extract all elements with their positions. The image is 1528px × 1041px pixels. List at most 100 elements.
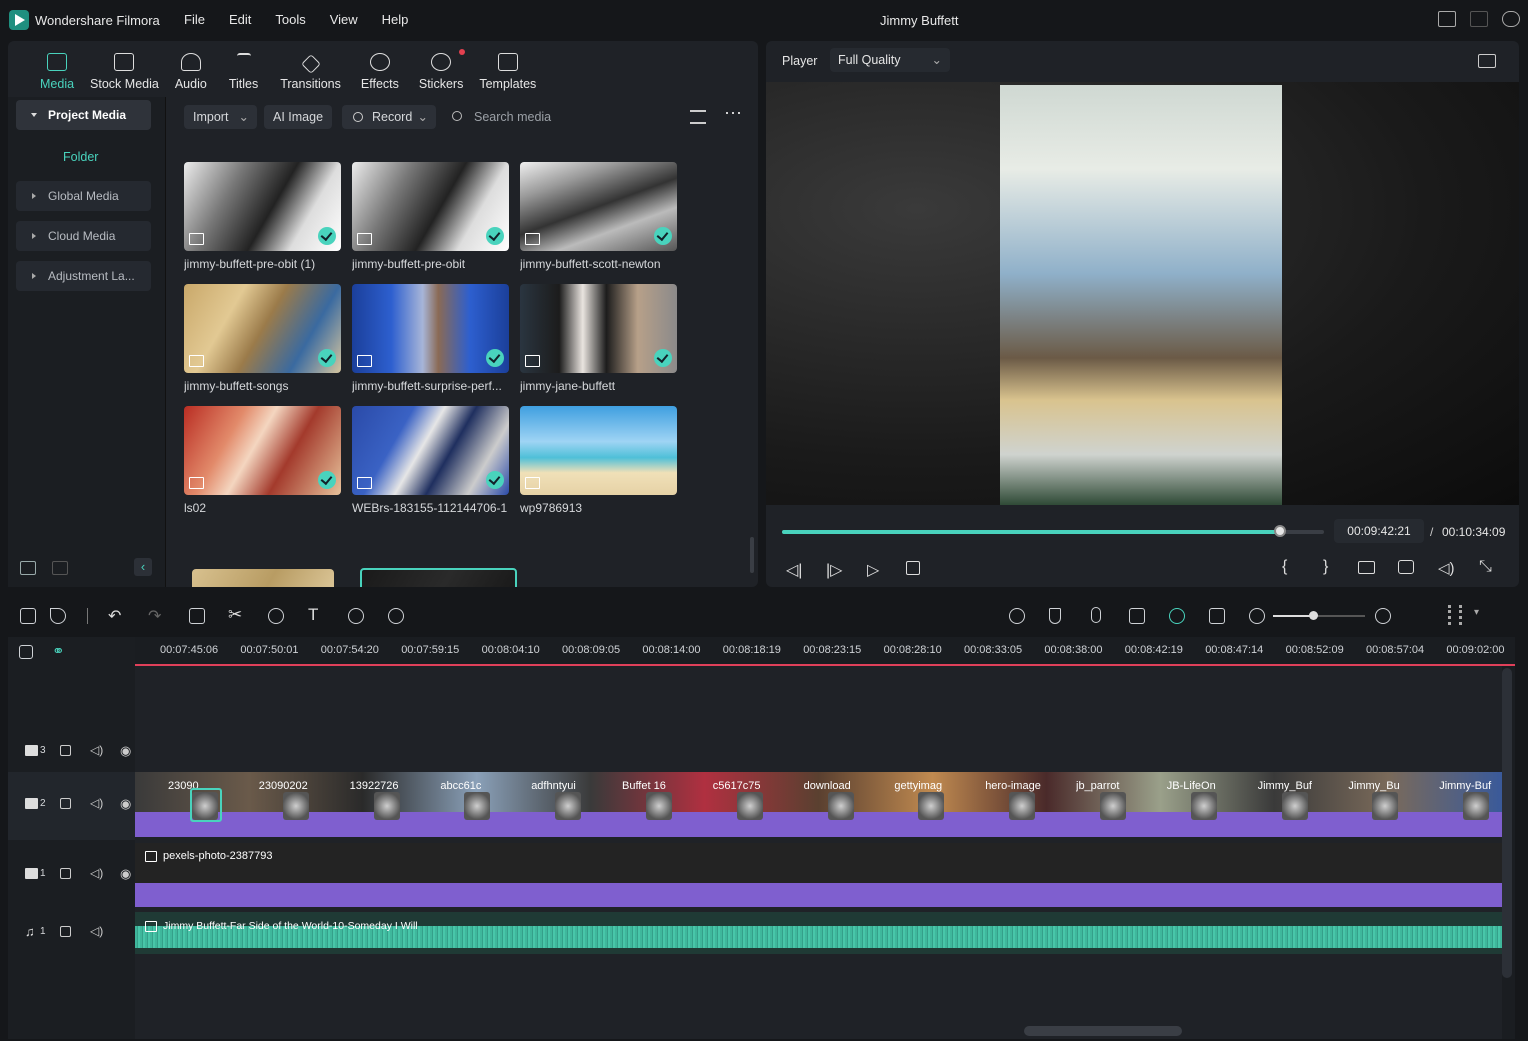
tab-transitions[interactable]: Transitions xyxy=(272,41,349,91)
tab-titles[interactable]: Titles xyxy=(215,41,272,91)
search-input[interactable]: Search media xyxy=(474,110,551,124)
render-icon[interactable] xyxy=(1009,608,1025,624)
lock-icon[interactable] xyxy=(60,745,71,756)
fullscreen-icon[interactable]: ⤡ xyxy=(1479,558,1492,576)
media-item[interactable]: jimmy-buffett-surprise-perf... xyxy=(352,284,509,393)
split-scissors-icon[interactable]: ✂ xyxy=(228,605,242,625)
current-time[interactable]: 00:09:42:21 xyxy=(1334,519,1424,543)
collapse-sidebar-icon[interactable]: ‹ xyxy=(134,558,152,576)
media-item[interactable]: jimmy-buffett-pre-obit (1) xyxy=(184,162,341,271)
selected-transition[interactable] xyxy=(190,788,222,822)
add-track-icon[interactable] xyxy=(19,645,33,659)
layout-icon[interactable] xyxy=(1438,11,1456,27)
stop-icon[interactable] xyxy=(906,561,920,575)
transition-marker[interactable] xyxy=(1281,792,1308,820)
next-frame-icon[interactable]: |▷ xyxy=(826,560,842,580)
transition-marker[interactable] xyxy=(736,792,763,820)
camera-icon[interactable] xyxy=(1398,560,1414,574)
audio-edit-icon[interactable] xyxy=(268,608,284,624)
microphone-icon[interactable] xyxy=(1091,607,1101,623)
marker-icon[interactable] xyxy=(1049,608,1061,624)
media-item[interactable] xyxy=(360,568,517,587)
zoom-out-icon[interactable] xyxy=(1249,608,1265,624)
tab-audio[interactable]: Audio xyxy=(167,41,215,91)
tab-effects[interactable]: Effects xyxy=(349,41,411,91)
progress-knob[interactable] xyxy=(1273,525,1286,537)
select-arrow-icon[interactable] xyxy=(50,608,66,624)
menu-tools[interactable]: Tools xyxy=(275,12,305,27)
media-item[interactable]: jimmy-buffett-songs xyxy=(184,284,341,393)
speed-timer-icon[interactable] xyxy=(348,608,364,624)
snapshot-view-icon[interactable] xyxy=(1478,54,1496,68)
mute-icon[interactable]: ◁) xyxy=(90,796,103,810)
transition-marker[interactable] xyxy=(646,792,672,820)
mute-icon[interactable]: ◁) xyxy=(90,743,103,757)
import-dropdown[interactable]: Import ⌄ xyxy=(184,105,257,129)
more-options-icon[interactable] xyxy=(1448,605,1462,625)
new-folder-icon[interactable] xyxy=(20,561,36,575)
pip-icon[interactable] xyxy=(1209,608,1225,624)
lock-icon[interactable] xyxy=(60,868,71,879)
transition-marker[interactable] xyxy=(1009,792,1036,820)
transition-marker[interactable] xyxy=(1463,792,1490,820)
duration-icon[interactable] xyxy=(388,608,404,624)
link-icon[interactable]: ⚭ xyxy=(52,642,65,660)
mark-out-icon[interactable]: } xyxy=(1323,558,1328,576)
horizontal-scrollbar[interactable] xyxy=(1024,1026,1182,1036)
filter-icon[interactable] xyxy=(690,110,706,124)
record-dropdown[interactable]: Record ⌄ xyxy=(342,105,436,129)
chevron-down-icon[interactable]: ▾ xyxy=(1474,607,1479,618)
lock-icon[interactable] xyxy=(60,798,71,809)
sidebar-item-cloud-media[interactable]: Cloud Media xyxy=(16,221,151,251)
display-icon[interactable] xyxy=(1358,561,1375,574)
media-item[interactable]: jimmy-buffett-pre-obit xyxy=(352,162,509,271)
visibility-eye-icon[interactable]: ◉ xyxy=(120,743,131,759)
play-icon[interactable]: ▷ xyxy=(867,560,879,580)
more-icon[interactable]: ⋯ xyxy=(724,103,742,124)
zoom-slider-knob[interactable] xyxy=(1309,611,1318,620)
media-item[interactable]: ls02 xyxy=(184,406,341,515)
transition-marker[interactable] xyxy=(1190,792,1217,820)
mute-icon[interactable]: ◁) xyxy=(90,866,103,880)
sidebar-item-project-media[interactable]: Project Media xyxy=(16,100,151,130)
zoom-in-icon[interactable] xyxy=(1375,608,1391,624)
preview-canvas[interactable] xyxy=(766,82,1519,505)
prev-frame-icon[interactable]: ◁| xyxy=(786,560,802,580)
transition-marker[interactable] xyxy=(282,792,309,820)
media-item[interactable] xyxy=(192,569,334,587)
ai-image-button[interactable]: AI Image xyxy=(264,105,332,129)
menu-view[interactable]: View xyxy=(330,12,358,27)
video1-clip-bar[interactable] xyxy=(135,883,1502,907)
tab-templates[interactable]: Templates xyxy=(471,41,544,91)
video1-clip-strip[interactable] xyxy=(135,843,1502,883)
transition-marker[interactable] xyxy=(464,792,491,820)
transition-marker[interactable] xyxy=(918,792,945,820)
transition-marker[interactable] xyxy=(827,792,854,820)
quality-dropdown[interactable]: Full Quality ⌄ xyxy=(830,48,950,72)
media-item[interactable]: WEBrs-183155-112144706-1 xyxy=(352,406,509,515)
mute-icon[interactable]: ◁) xyxy=(90,924,103,938)
playback-progress[interactable] xyxy=(782,525,1324,537)
mark-in-icon[interactable]: { xyxy=(1282,558,1287,576)
media-scrollbar[interactable] xyxy=(750,537,754,573)
audio1-clip[interactable] xyxy=(135,912,1502,954)
snap-icon[interactable] xyxy=(1169,608,1185,624)
visibility-eye-icon[interactable]: ◉ xyxy=(120,796,131,812)
menu-help[interactable]: Help xyxy=(382,12,409,27)
visibility-eye-icon[interactable]: ◉ xyxy=(120,866,131,882)
lock-icon[interactable] xyxy=(60,926,71,937)
sidebar-item-global-media[interactable]: Global Media xyxy=(16,181,151,211)
vertical-scrollbar[interactable] xyxy=(1502,668,1512,978)
sidebar-item-adjustment-layer[interactable]: Adjustment La... xyxy=(16,261,151,291)
redo-icon[interactable]: ↷ xyxy=(148,606,161,626)
transition-marker[interactable] xyxy=(1100,792,1126,820)
layout-grid-icon[interactable] xyxy=(20,608,36,624)
folder-icon[interactable] xyxy=(52,561,68,575)
zoom-slider[interactable] xyxy=(1273,611,1365,620)
text-icon[interactable]: T xyxy=(308,605,318,625)
menu-edit[interactable]: Edit xyxy=(229,12,251,27)
tab-media[interactable]: Media xyxy=(32,41,82,91)
tab-stock-media[interactable]: Stock Media xyxy=(82,41,167,91)
media-item[interactable]: jimmy-buffett-scott-newton xyxy=(520,162,677,271)
transition-marker[interactable] xyxy=(1372,792,1399,820)
